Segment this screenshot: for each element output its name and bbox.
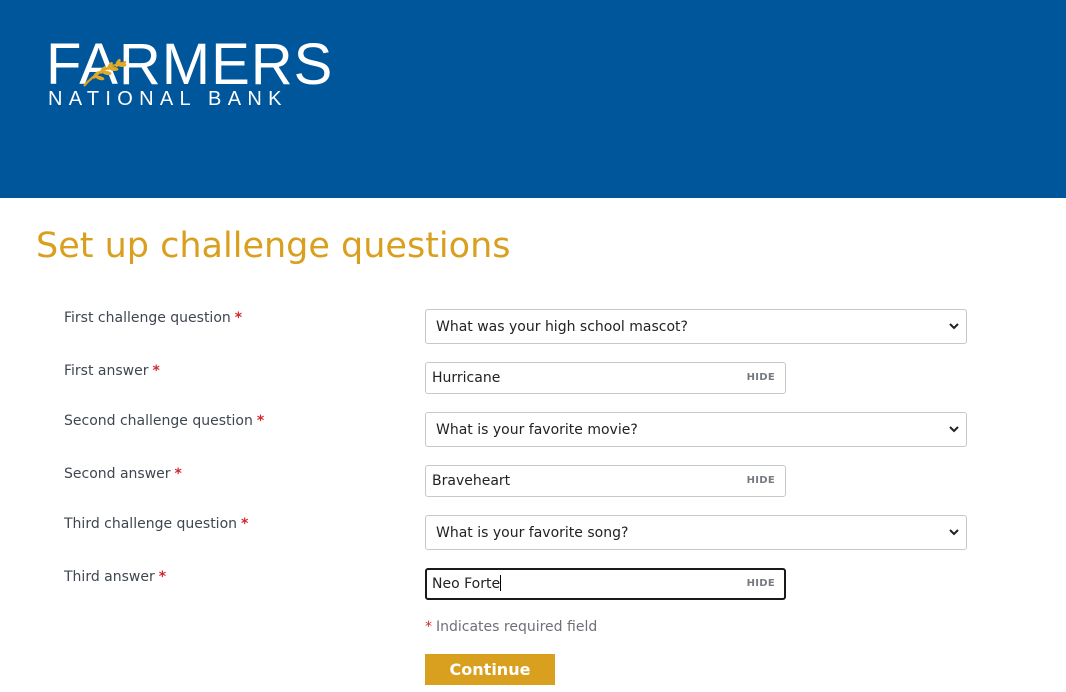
second-question-select[interactable]: What is your favorite movie? [425, 412, 967, 447]
first-answer-hide-toggle[interactable]: HIDE [747, 372, 775, 384]
text-caret [500, 575, 502, 591]
chevron-down-icon [949, 426, 959, 433]
first-answer-label: First answer * [64, 363, 160, 379]
farmers-national-bank-logo[interactable]: FARMERS NATIONAL BANK [46, 36, 346, 116]
chevron-down-icon [949, 529, 959, 536]
required-asterisk: * [256, 413, 265, 429]
second-answer-input[interactable]: Braveheart HIDE [425, 465, 786, 497]
required-field-note: * Indicates required field [425, 619, 598, 635]
wheat-icon [83, 58, 127, 87]
second-answer-label: Second answer * [64, 466, 182, 482]
first-answer-input[interactable]: Hurricane HIDE [425, 362, 786, 394]
required-asterisk: * [241, 516, 249, 532]
third-answer-input[interactable]: Neo Forte HIDE [425, 568, 786, 600]
third-answer-label: Third answer * [64, 569, 167, 585]
chevron-down-icon [949, 323, 959, 330]
third-question-select[interactable]: What is your favorite song? [425, 515, 967, 550]
required-asterisk: * [174, 466, 182, 482]
page-title: Set up challenge questions [36, 226, 511, 266]
required-asterisk: * [152, 363, 160, 379]
first-question-select[interactable]: What was your high school mascot? [425, 309, 967, 344]
third-answer-hide-toggle[interactable]: HIDE [747, 578, 775, 590]
required-asterisk: * [158, 569, 167, 585]
third-question-label: Third challenge question * [64, 516, 249, 532]
logo-wordmark-bottom: NATIONAL BANK [48, 88, 288, 110]
second-question-label: Second challenge question * [64, 413, 265, 429]
required-asterisk: * [425, 619, 432, 635]
page-header: FARMERS NATIONAL BANK [0, 0, 1066, 198]
first-question-label: First challenge question * [64, 310, 243, 326]
required-asterisk: * [234, 310, 243, 326]
continue-button[interactable]: Continue [425, 654, 555, 685]
second-answer-hide-toggle[interactable]: HIDE [747, 475, 775, 487]
